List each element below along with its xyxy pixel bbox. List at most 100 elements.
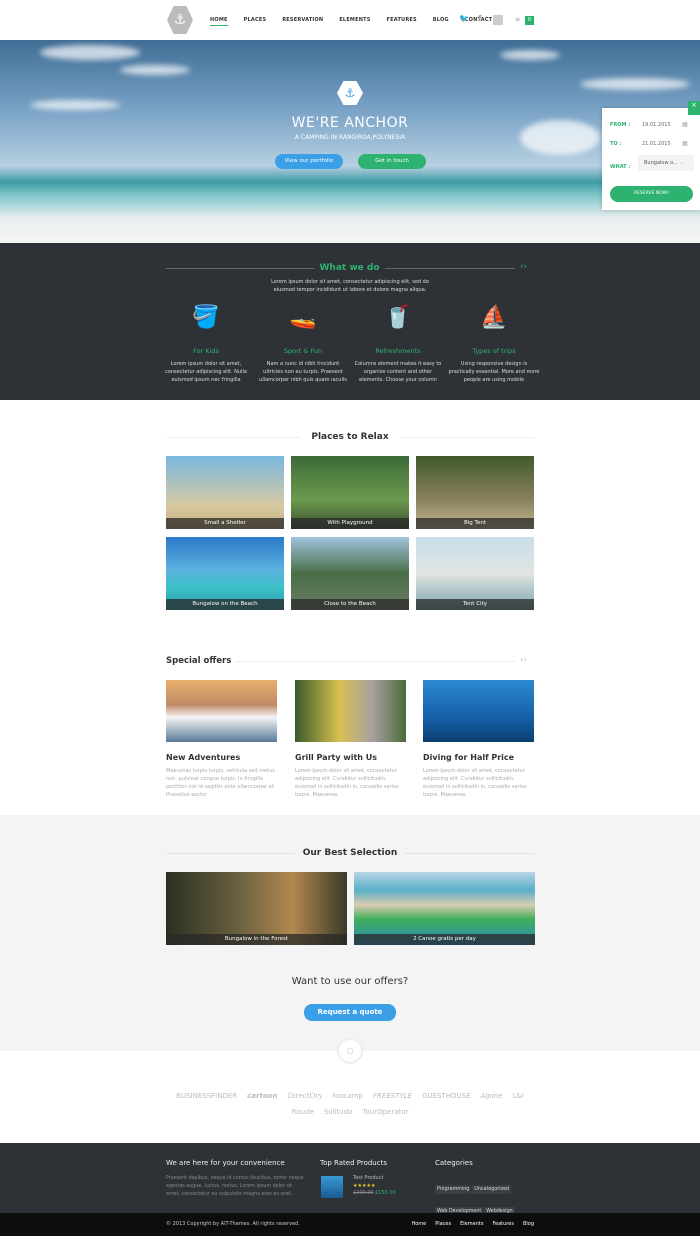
feature-trips: ⛵ Types of trips Using responsive design i…: [448, 305, 540, 384]
feature-title: Refreshments: [375, 347, 421, 355]
request-quote-button[interactable]: Request a quote: [304, 1004, 396, 1021]
nav-blog[interactable]: BLOG: [433, 17, 449, 26]
offer-image: [423, 680, 534, 742]
footer-title: We are here for your convenience: [166, 1159, 285, 1167]
offer-image: [166, 680, 277, 742]
offer-image: [295, 680, 406, 742]
place-tile[interactable]: Big Tent: [416, 456, 534, 529]
partner-logo[interactable]: L&I: [512, 1092, 523, 1100]
from-label: FROM :: [610, 122, 631, 128]
footer-link-places[interactable]: Places: [435, 1221, 451, 1227]
offer-text: Lorem ipsum dolor sit amet, consectetur …: [423, 768, 527, 798]
header: ⚓ HOME PLACES RESERVATION ELEMENTS FEATU…: [0, 0, 700, 40]
partner-logo[interactable]: Roude: [292, 1108, 314, 1116]
offer-title[interactable]: Diving for Half Price: [423, 753, 534, 762]
tile-caption: Close to the Beach: [291, 599, 409, 610]
footer-link-blog[interactable]: Blog: [523, 1221, 534, 1227]
old-price: £200.00: [353, 1190, 374, 1196]
place-tile[interactable]: Tent City: [416, 537, 534, 610]
partner-logo[interactable]: Solitudo: [324, 1108, 353, 1116]
offer-card[interactable]: Grill Party with Us Lorem ipsum dolor sit…: [295, 680, 406, 799]
offer-title[interactable]: Grill Party with Us: [295, 753, 406, 762]
partner-logo[interactable]: FREESTYLE: [373, 1092, 412, 1100]
prev-next-arrows[interactable]: ‹›: [520, 262, 527, 272]
feature-sport: 🚤 Sport & Fun Nam a nunc id nibh tincidunt…: [257, 305, 349, 384]
place-tile[interactable]: Bungalow on the Beach: [166, 537, 284, 610]
category-tag[interactable]: Uncategorized: [472, 1185, 512, 1194]
footer-nav: Home Places Elements Features Blog: [411, 1221, 534, 1227]
offer-card[interactable]: New Adventures Maecenas turpis turpis, ve…: [166, 680, 277, 799]
close-button[interactable]: ×: [688, 101, 700, 115]
offer-card[interactable]: Diving for Half Price Lorem ipsum dolor s…: [423, 680, 534, 799]
nav-places[interactable]: PLACES: [244, 17, 267, 26]
twitter-icon[interactable]: 🐦: [459, 14, 469, 23]
section-title: Special offers: [166, 656, 232, 666]
nav-features[interactable]: FEATURES: [387, 17, 417, 26]
tile-caption: Tent City: [416, 599, 534, 610]
jetski-icon: 🚤: [289, 305, 317, 330]
place-tile[interactable]: Close to the Beach: [291, 537, 409, 610]
partner-logo[interactable]: TourOperator: [362, 1108, 408, 1116]
drink-icon: 🥤: [384, 305, 412, 330]
partner-logos: BUSINESSFINDER cartoon DirectOry foocamp…: [166, 1092, 534, 1116]
tile-caption: Small a Shetler: [166, 518, 284, 529]
partner-logo[interactable]: GUESTHOUSE: [422, 1092, 470, 1100]
footer-title: Top Rated Products: [320, 1159, 387, 1167]
offer-text: Maecenas turpis turpis, vehicula sed met…: [166, 768, 276, 798]
to-field[interactable]: 21.01.2015: [642, 141, 671, 147]
facebook-icon[interactable]: f: [478, 14, 481, 23]
best-tile[interactable]: Bungalow in the Forest: [166, 872, 347, 945]
partner-logo[interactable]: DirectOry: [287, 1092, 322, 1100]
place-tile[interactable]: With Playground: [291, 456, 409, 529]
partner-logo[interactable]: foocamp: [333, 1092, 363, 1100]
feature-text: Lorem ipsum dolor sit amet, consectetur …: [165, 361, 247, 383]
best-tile[interactable]: 2 Canoe gratis per day: [354, 872, 535, 945]
feature-title: Types of trips: [472, 347, 516, 355]
calendar-icon[interactable]: ▦: [682, 140, 688, 147]
prev-next-arrows[interactable]: ‹›: [520, 655, 527, 665]
what-label: WHAT :: [610, 164, 631, 170]
sailboat-icon: ⛵: [480, 305, 508, 330]
feature-text: Columns element makes it easy to organiz…: [354, 361, 442, 383]
tile-caption: Bungalow on the Beach: [166, 599, 284, 610]
bottom-bar: © 2013 Copyright by AIT-Themes. All righ…: [0, 1213, 700, 1236]
footer-link-features[interactable]: Features: [492, 1221, 514, 1227]
calendar-icon[interactable]: ▦: [682, 121, 688, 128]
partner-logo[interactable]: BUSINESSFINDER: [176, 1092, 237, 1100]
product-thumbnail[interactable]: [321, 1176, 343, 1198]
partner-logo[interactable]: Alpine: [481, 1092, 503, 1100]
offer-title[interactable]: New Adventures: [166, 753, 277, 762]
footer-text: Praesent dapibus, neque id cursus faucib…: [166, 1176, 304, 1197]
copyright: © 2013 Copyright by AIT-Themes. All righ…: [166, 1221, 300, 1227]
feature-title: For Kids: [193, 347, 219, 355]
nav-reservation[interactable]: RESERVATION: [282, 17, 323, 26]
offer-text: Lorem ipsum dolor sit amet, consectetur …: [295, 768, 399, 798]
from-field[interactable]: 19.01.2015: [642, 122, 671, 128]
nav-home[interactable]: HOME: [210, 17, 228, 26]
logo[interactable]: ⚓: [167, 6, 193, 34]
what-select[interactable]: Bungalow o... ⌄: [638, 155, 694, 171]
product-name[interactable]: Test Product: [353, 1175, 383, 1181]
place-tile[interactable]: Small a Shetler: [166, 456, 284, 529]
scroll-circle-icon[interactable]: ○: [337, 1038, 363, 1064]
view-portfolio-button[interactable]: View our portfolio: [275, 154, 343, 169]
cart-count: 0: [525, 16, 534, 25]
footer-link-elements[interactable]: Elements: [460, 1221, 483, 1227]
section-title: Our Best Selection: [295, 848, 405, 858]
nav-elements[interactable]: ELEMENTS: [339, 17, 370, 26]
chat-icon[interactable]: [493, 15, 503, 25]
footer-link-home[interactable]: Home: [411, 1221, 426, 1227]
get-in-touch-button[interactable]: Get in touch: [358, 154, 426, 169]
cart-icon[interactable]: ≡: [515, 16, 520, 23]
tile-caption: 2 Canoe gratis per day: [354, 934, 535, 945]
category-tag[interactable]: Programming: [435, 1185, 472, 1194]
section-title: What we do: [319, 263, 380, 273]
cta-text: Want to use our offers?: [291, 976, 409, 987]
reserve-now-button[interactable]: RESERVE NOW!: [610, 186, 693, 202]
partner-logo[interactable]: cartoon: [247, 1092, 277, 1100]
product-rating: ★★★★★: [353, 1183, 376, 1189]
section-intro: Lorem ipsum dolor sit amet, consectetur …: [271, 279, 429, 293]
footer-title: Categories: [435, 1159, 473, 1167]
tile-caption: With Playground: [291, 518, 409, 529]
tile-caption: Bungalow in the Forest: [166, 934, 347, 945]
